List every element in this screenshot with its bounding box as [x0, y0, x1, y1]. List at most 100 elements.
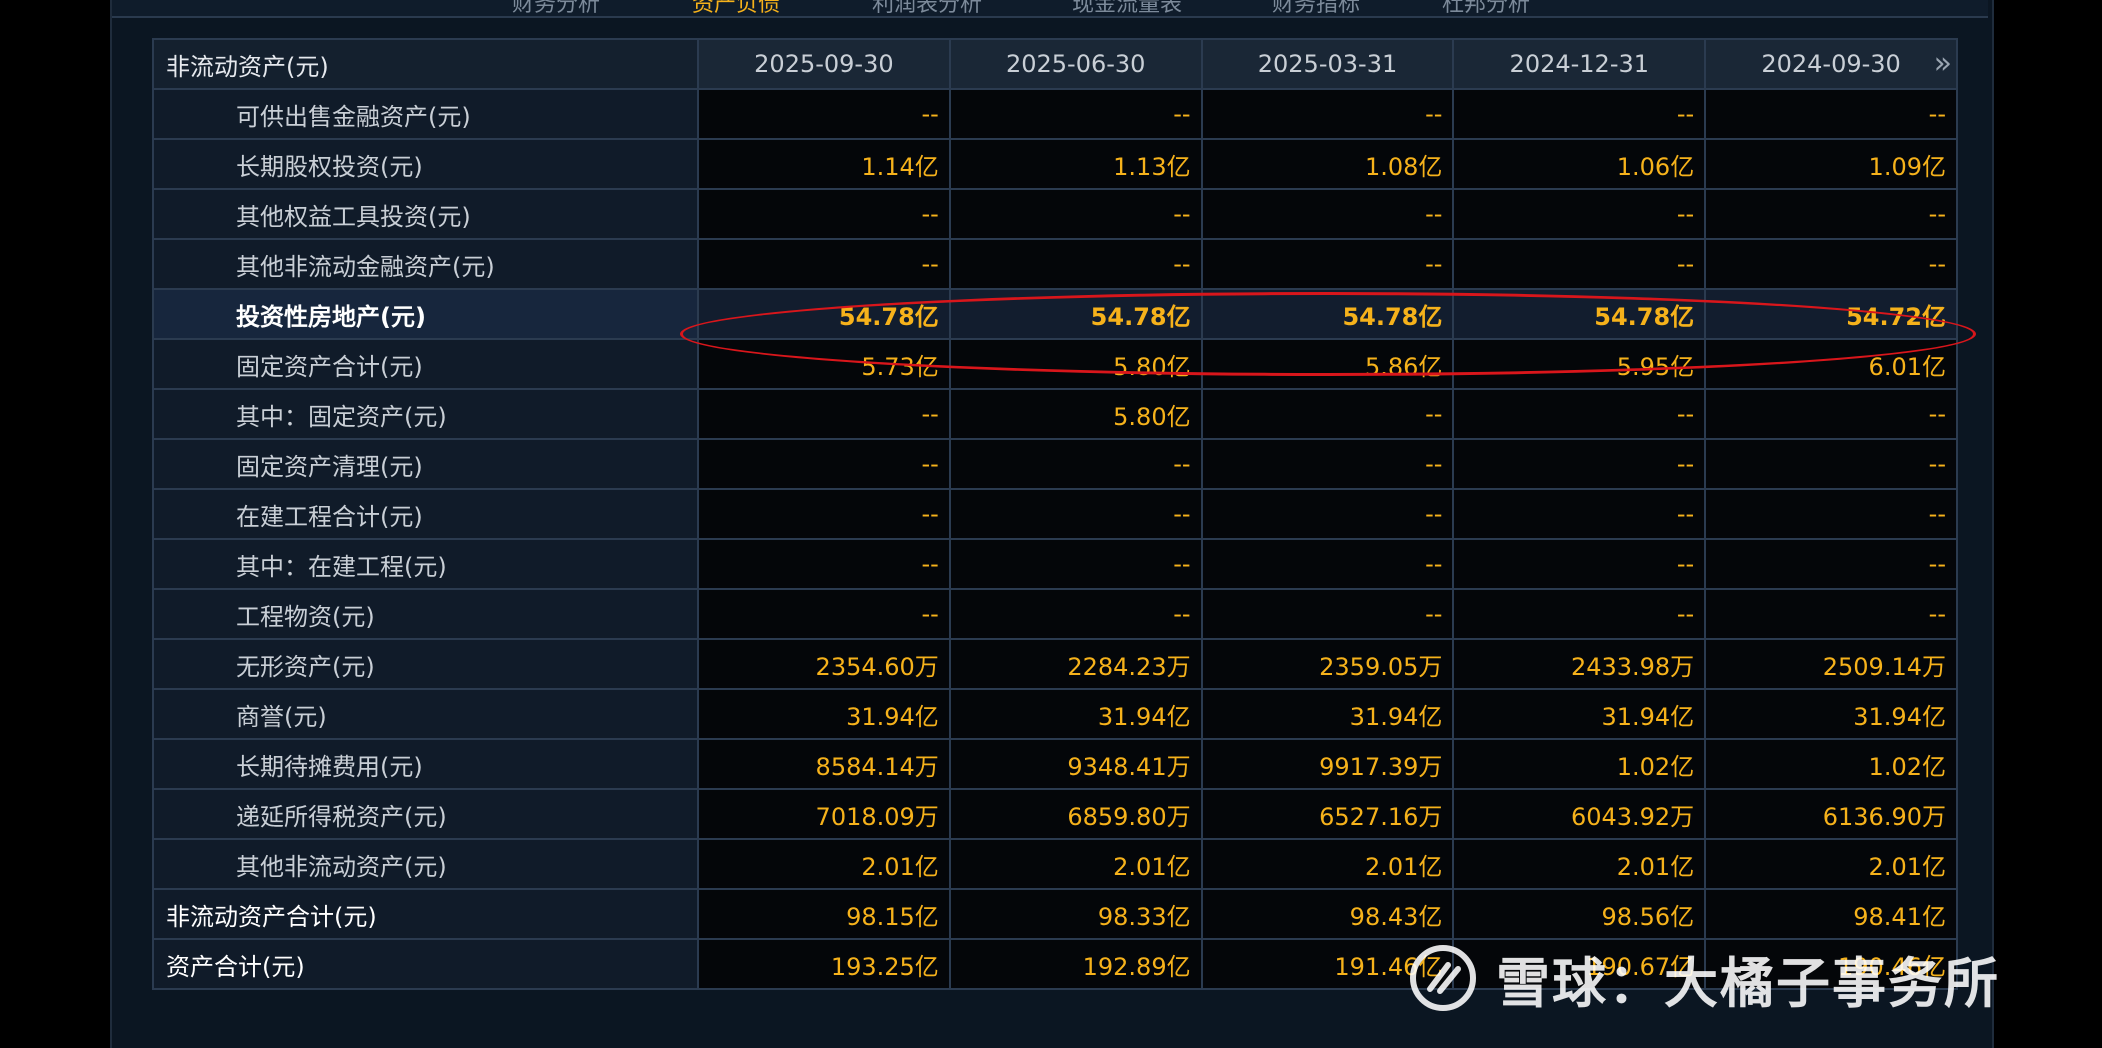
row-value: 5.95亿: [1452, 338, 1707, 390]
row-value: 2.01亿: [1200, 838, 1455, 890]
row-value: 98.43亿: [1200, 888, 1455, 940]
tab-financial-indicators[interactable]: 财务指标: [1272, 0, 1360, 16]
row-value: 190.46亿: [1704, 938, 1958, 990]
row-value: 5.80亿: [948, 338, 1203, 390]
row-value: --: [1200, 188, 1455, 240]
row-value: 2.01亿: [697, 838, 951, 890]
row-value: --: [1704, 188, 1958, 240]
row-value: --: [1452, 588, 1707, 640]
balance-sheet-table: 非流动资产(元) 2025-09-30 2025-06-30 2025-03-3…: [152, 38, 1958, 990]
row-value: --: [697, 438, 951, 490]
row-value: --: [1704, 488, 1958, 540]
row-label: 递延所得税资产(元): [152, 788, 699, 840]
row-value: 2354.60万: [697, 638, 951, 690]
table-row: 长期股权投资(元) 1.14亿 1.13亿 1.08亿 1.06亿 1.09亿: [152, 138, 1958, 190]
row-label: 长期待摊费用(元): [152, 738, 699, 790]
table-row: 非流动资产合计(元) 98.15亿 98.33亿 98.43亿 98.56亿 98.41亿: [152, 888, 1958, 940]
row-value: 54.78亿: [948, 288, 1203, 340]
table-row: 商誉(元) 31.94亿 31.94亿 31.94亿 31.94亿 31.94亿: [152, 688, 1958, 740]
column-header-date-text: 2024-09-30: [1761, 50, 1901, 78]
row-value: 191.46亿: [1200, 938, 1455, 990]
row-value: --: [1200, 538, 1455, 590]
section-title: 非流动资产(元): [152, 38, 699, 90]
row-value: --: [1200, 438, 1455, 490]
row-value: --: [1452, 538, 1707, 590]
column-header-date: 2025-09-30: [697, 38, 951, 90]
table-header-row: 非流动资产(元) 2025-09-30 2025-06-30 2025-03-3…: [152, 38, 1958, 90]
row-value: --: [1452, 388, 1707, 440]
row-value: 6043.92万: [1452, 788, 1707, 840]
row-value: 1.02亿: [1704, 738, 1958, 790]
row-value: 9917.39万: [1200, 738, 1455, 790]
row-value: --: [697, 238, 951, 290]
table-body: 可供出售金融资产(元) -- -- -- -- -- 长期股权投资(元) 1.14亿 1.13亿…: [152, 88, 1958, 990]
row-value: --: [1704, 438, 1958, 490]
more-columns-icon[interactable]: »: [1934, 49, 1953, 79]
row-value: 98.56亿: [1452, 888, 1707, 940]
row-value: 5.86亿: [1200, 338, 1455, 390]
table-row: 其中：固定资产(元) -- 5.80亿 -- -- --: [152, 388, 1958, 440]
row-value: --: [1452, 88, 1707, 140]
column-header-date: 2025-06-30: [948, 38, 1203, 90]
tab-financial-analysis[interactable]: 财务分析: [512, 0, 600, 16]
table-row: 投资性房地产(元) 54.78亿 54.78亿 54.78亿 54.78亿 54.72亿: [152, 288, 1958, 340]
row-label: 其他权益工具投资(元): [152, 188, 699, 240]
row-label: 其中：在建工程(元): [152, 538, 699, 590]
row-value: 98.15亿: [697, 888, 951, 940]
row-value: 1.08亿: [1200, 138, 1455, 190]
row-value: 190.67亿: [1452, 938, 1707, 990]
row-value: 31.94亿: [1704, 688, 1958, 740]
table-row: 递延所得税资产(元) 7018.09万 6859.80万 6527.16万 6043.9…: [152, 788, 1958, 840]
row-value: 54.78亿: [697, 288, 951, 340]
row-label: 可供出售金融资产(元): [152, 88, 699, 140]
row-value: --: [697, 538, 951, 590]
row-label: 其他非流动资产(元): [152, 838, 699, 890]
tab-income-statement[interactable]: 利润表分析: [872, 0, 982, 16]
row-value: --: [697, 588, 951, 640]
row-value: --: [1200, 388, 1455, 440]
row-label: 投资性房地产(元): [152, 288, 699, 340]
row-value: 31.94亿: [697, 688, 951, 740]
row-value: 2284.23万: [948, 638, 1203, 690]
row-value: 54.78亿: [1452, 288, 1707, 340]
row-value: 192.89亿: [948, 938, 1203, 990]
table-row: 其他权益工具投资(元) -- -- -- -- --: [152, 188, 1958, 240]
row-value: --: [948, 438, 1203, 490]
table-row: 资产合计(元) 193.25亿 192.89亿 191.46亿 190.67亿 190.4…: [152, 938, 1958, 990]
row-value: 2.01亿: [1452, 838, 1707, 890]
table-row: 固定资产合计(元) 5.73亿 5.80亿 5.86亿 5.95亿 6.01亿: [152, 338, 1958, 390]
row-value: --: [1704, 388, 1958, 440]
row-value: 2.01亿: [1704, 838, 1958, 890]
row-value: --: [1704, 538, 1958, 590]
row-value: 6136.90万: [1704, 788, 1958, 840]
row-label: 长期股权投资(元): [152, 138, 699, 190]
row-value: --: [948, 488, 1203, 540]
row-value: 1.09亿: [1704, 138, 1958, 190]
table-row: 可供出售金融资产(元) -- -- -- -- --: [152, 88, 1958, 140]
table-row: 其他非流动金融资产(元) -- -- -- -- --: [152, 238, 1958, 290]
row-value: 5.73亿: [697, 338, 951, 390]
row-label: 工程物资(元): [152, 588, 699, 640]
row-value: 1.14亿: [697, 138, 951, 190]
tab-cash-flow[interactable]: 现金流量表: [1072, 0, 1182, 16]
row-label: 在建工程合计(元): [152, 488, 699, 540]
row-value: --: [1704, 238, 1958, 290]
row-value: 7018.09万: [697, 788, 951, 840]
table-row: 工程物资(元) -- -- -- -- --: [152, 588, 1958, 640]
row-label: 无形资产(元): [152, 638, 699, 690]
row-value: 2509.14万: [1704, 638, 1958, 690]
table-row: 长期待摊费用(元) 8584.14万 9348.41万 9917.39万 1.02亿 1.…: [152, 738, 1958, 790]
row-value: 8584.14万: [697, 738, 951, 790]
row-label: 其中：固定资产(元): [152, 388, 699, 440]
tab-dupont-analysis[interactable]: 杜邦分析: [1442, 0, 1530, 16]
column-header-date: 2025-03-31: [1200, 38, 1455, 90]
row-value: --: [1200, 88, 1455, 140]
table-row: 固定资产清理(元) -- -- -- -- --: [152, 438, 1958, 490]
row-value: 5.80亿: [948, 388, 1203, 440]
row-value: 1.02亿: [1452, 738, 1707, 790]
table-row: 在建工程合计(元) -- -- -- -- --: [152, 488, 1958, 540]
row-value: --: [1452, 188, 1707, 240]
tab-balance-sheet[interactable]: 资产负债: [692, 0, 780, 16]
row-value: --: [1452, 488, 1707, 540]
row-value: 54.78亿: [1200, 288, 1455, 340]
